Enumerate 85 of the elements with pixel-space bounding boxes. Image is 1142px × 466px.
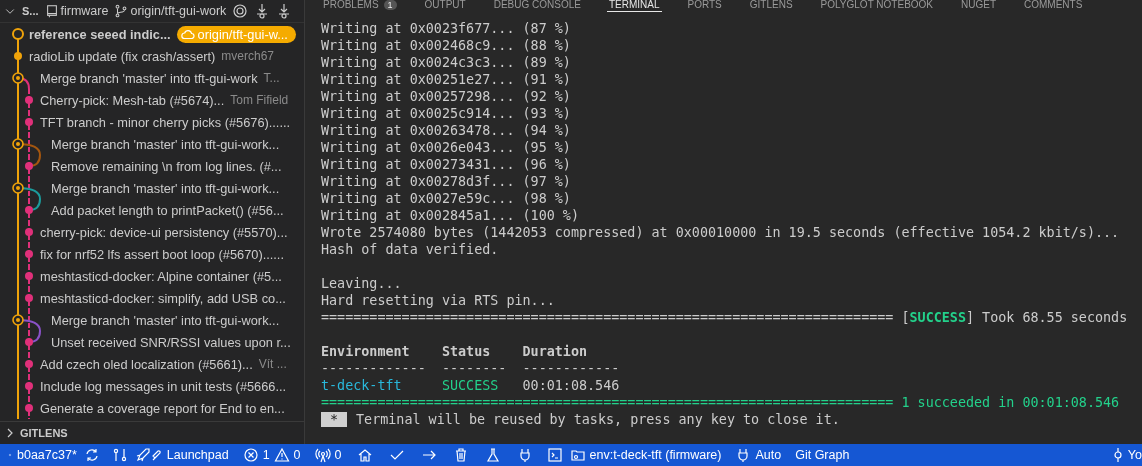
- terminal-line: Writing at 0x0025c914... (93 %): [321, 105, 572, 122]
- panel-tab[interactable]: PORTS: [685, 0, 724, 11]
- warning-icon: [273, 447, 290, 463]
- table-cell-text: 00:01:08.546: [522, 377, 621, 394]
- terminal-line: ======================================================================= [SUCCESS] Took 68.55 seconds: [321, 309, 1129, 326]
- commit-message[interactable]: fix for nrf52 lfs assert boot loop (#5670)......: [40, 246, 284, 262]
- terminal-line: ======================================================================= 1 succeeded in 00:01:08.546: [321, 394, 1121, 411]
- repo-icon: [44, 3, 59, 19]
- flask-icon[interactable]: [484, 447, 501, 463]
- environment-selector[interactable]: env:t-deck-tft (firmware): [562, 444, 729, 466]
- git-graph-button[interactable]: Git Graph: [788, 444, 857, 466]
- terminal-line: Hard resetting via RTS pin...: [321, 292, 556, 309]
- commit-author: mverch67: [221, 49, 275, 63]
- commit-message[interactable]: TFT branch - minor cherry picks (#5676)......: [40, 114, 291, 130]
- commit-message[interactable]: Include log messages in unit tests (#5666...: [40, 378, 287, 394]
- terminal-line: Leaving...: [321, 275, 403, 292]
- panel-tab[interactable]: OUTPUT: [422, 0, 468, 11]
- commit-message[interactable]: Merge branch 'master' into tft-gui-work: [40, 70, 258, 86]
- table-cell-text: SUCCESS: [441, 377, 500, 394]
- terminal-line: Writing at 0x00273431... (96 %): [321, 156, 572, 173]
- branch-selector[interactable]: origin/tft-gui-work: [114, 0, 227, 22]
- panel-tab[interactable]: NUGET: [959, 0, 999, 11]
- auto-button[interactable]: Auto: [728, 444, 789, 466]
- commit-message[interactable]: Cherry-pick: Mesh-tab (#5674)...: [40, 92, 225, 108]
- sync-icon[interactable]: [83, 447, 100, 463]
- terminal-icon[interactable]: [546, 447, 563, 463]
- commit-message[interactable]: meshtasticd-docker: Alpine container (#5...: [40, 268, 282, 284]
- panel-tab[interactable]: TERMINAL: [606, 0, 662, 12]
- terminal-line: Writing at 0x002468c9... (88 %): [321, 37, 572, 54]
- column-rule: --------: [441, 360, 508, 377]
- commit-icon: [1111, 447, 1124, 463]
- count-badge: 1: [383, 0, 397, 10]
- launchpad-button[interactable]: Launchpad: [127, 444, 236, 466]
- compare-icon[interactable]: [111, 447, 128, 463]
- terminal-line: Writing at 0x002845a1... (100 %): [321, 207, 580, 224]
- rocket-icon: [134, 447, 163, 463]
- ports-status[interactable]: 0: [307, 444, 349, 466]
- error-icon: [242, 447, 259, 463]
- terminal-line: Writing at 0x00251e27... (91 %): [321, 71, 572, 88]
- column-header: Environment: [321, 343, 411, 360]
- commit-message[interactable]: Merge branch 'master' into tft-gui-work...: [51, 312, 280, 328]
- column-rule: ------------: [522, 360, 621, 377]
- terminal-line: Writing at 0x0027e59c... (98 %): [321, 190, 572, 207]
- terminal-notice: * Terminal will be reused by tasks, press any key to close it.: [321, 411, 1142, 428]
- column-rule: -------------: [321, 360, 427, 377]
- problems-status[interactable]: 1 0: [235, 444, 308, 466]
- repo-selector[interactable]: firmware: [44, 0, 109, 22]
- commit-author: Vít ...: [258, 357, 287, 371]
- broadcast-icon: [314, 447, 331, 463]
- terminal-line: Hash of data verified.: [321, 241, 500, 258]
- commit-message[interactable]: Merge branch 'master' into tft-gui-work...: [51, 180, 280, 196]
- cloud-icon: [180, 28, 195, 40]
- home-icon[interactable]: [356, 447, 373, 463]
- target-icon[interactable]: [232, 3, 249, 19]
- terminal-line: Writing at 0x0026e043... (95 %): [321, 139, 572, 156]
- terminal-line: Writing at 0x0024c3c3... (89 %): [321, 54, 572, 71]
- panel-tab[interactable]: POLYGLOT NOTEBOOK: [818, 0, 936, 11]
- terminal-line: Writing at 0x00278d3f... (97 %): [321, 173, 572, 190]
- commit-author: T...: [263, 71, 280, 85]
- table-cell-text: t-deck-tft: [321, 377, 403, 394]
- column-header: Duration: [522, 343, 589, 360]
- commit-message[interactable]: meshtasticd-docker: simplify, add USB co...: [40, 290, 286, 306]
- commit-message[interactable]: reference seeed indic...: [29, 26, 171, 42]
- terminal-line: Writing at 0x00263478... (94 %): [321, 122, 572, 139]
- commit-message[interactable]: Remove remaining \n from log lines. (#...: [51, 158, 282, 174]
- terminal-line: Writing at 0x00257298... (92 %): [321, 88, 572, 105]
- commit-message[interactable]: Unset received SNR/RSSI values upon r...: [51, 334, 291, 350]
- panel-tab[interactable]: GITLENS: [747, 0, 795, 11]
- column-header: Status: [441, 343, 492, 360]
- panel-tab[interactable]: COMMENTS: [1022, 0, 1085, 11]
- commit-message[interactable]: Merge branch 'master' into tft-gui-work...: [51, 136, 280, 152]
- panel-tab[interactable]: DEBUG CONSOLE: [491, 0, 583, 11]
- commit-status[interactable]: Yo: [1104, 444, 1142, 466]
- commit-message[interactable]: radioLib update (fix crash/assert): [29, 48, 216, 64]
- view-title: S...: [22, 5, 39, 17]
- commit-author: Tom Fifield: [230, 93, 289, 107]
- commit-message[interactable]: Add packet length to printPacket() (#56...: [51, 202, 284, 218]
- panel-tab[interactable]: PROBLEMS 1: [321, 0, 399, 11]
- commit-message[interactable]: Generate a coverage report for End to en...: [40, 400, 285, 416]
- branch-status[interactable]: b0aa7c37*: [0, 444, 84, 466]
- terminal-line: Wrote 2574080 bytes (1442053 compressed) at 0x00010000 in 19.5 seconds (effective 1054.2 kbit/s)...: [321, 224, 1121, 241]
- commit-message[interactable]: cherry-pick: device-ui persistency (#5570)...: [40, 224, 288, 240]
- folder-icon: [569, 447, 586, 463]
- terminal-line: Writing at 0x0023f677... (87 %): [321, 20, 572, 37]
- commit-message[interactable]: Add czech oled localization (#5661)...: [40, 356, 253, 372]
